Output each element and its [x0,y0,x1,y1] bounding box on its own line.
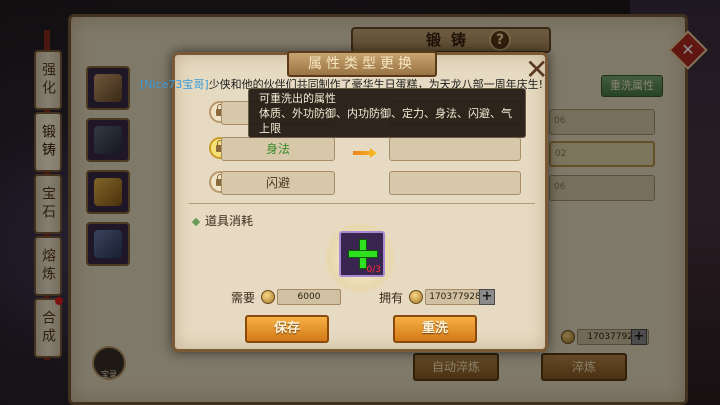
plus-icon-bar [348,250,378,258]
new-attribute-3 [389,171,521,195]
consume-title-text: 道具消耗 [205,214,254,228]
chat-sender[interactable]: [Nice73宝哥] [140,78,209,91]
current-attribute-2: 身法 [221,137,335,161]
consume-section-title: 道具消耗 [191,212,254,229]
rewash-button[interactable]: 重洗 [393,315,477,343]
own-amount: 170377928 [425,289,485,305]
attribute-tooltip: 可重洗出的属性 体质、外功防御、内功防御、定力、身法、闪避、气上限 [248,88,526,138]
current-attribute-3: 闪避 [221,171,335,195]
arrow-right-icon [353,148,377,158]
tooltip-body: 体质、外功防御、内功防御、定力、身法、闪避、气上限 [259,107,512,135]
dialog-title: 属性类型更换 [287,51,437,77]
add-currency-button[interactable]: + [479,289,495,305]
own-label: 拥有 [379,291,404,305]
coin-icon [409,290,423,304]
need-amount: 6000 [277,289,341,305]
divider [189,203,535,204]
need-label: 需要 [231,291,256,305]
new-attribute-2 [389,137,521,161]
diamond-icon [191,217,201,226]
coin-icon [261,290,275,304]
item-count: 0/3 [366,265,381,275]
consumable-item-slot[interactable]: 0/3 [339,231,385,277]
tooltip-title: 可重洗出的属性 [259,92,336,105]
save-button[interactable]: 保存 [245,315,329,343]
